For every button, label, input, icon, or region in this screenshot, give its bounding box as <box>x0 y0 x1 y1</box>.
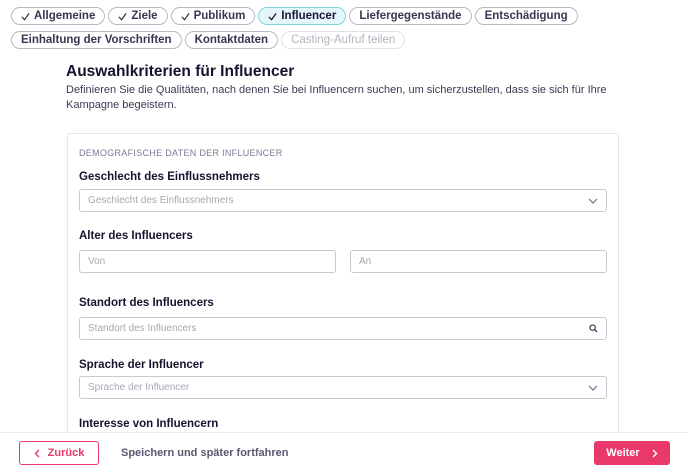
age-to-placeholder: An <box>359 256 372 267</box>
check-icon <box>181 12 190 21</box>
chevron-down-icon <box>588 385 598 391</box>
tab-label: Einhaltung der Vorschriften <box>21 34 172 46</box>
next-label: Weiter <box>606 447 640 459</box>
step-tabs-row-2: Einhaltung der Vorschriften Kontaktdaten… <box>11 31 406 49</box>
age-to-input[interactable]: An <box>350 250 607 273</box>
tab-label: Casting-Aufruf teilen <box>291 34 396 46</box>
card-caption: DEMOGRAFISCHE DATEN DER INFLUENCER <box>79 148 283 158</box>
gender-label: Geschlecht des Einflussnehmers <box>79 171 260 183</box>
back-label: Zurück <box>47 447 85 459</box>
section-title: Auswahlkriterien für Influencer <box>66 63 295 80</box>
tab-einhaltung-der-vorschriften[interactable]: Einhaltung der Vorschriften <box>11 31 182 49</box>
section-description: Definieren Sie die Qualitäten, nach dene… <box>66 84 607 111</box>
language-placeholder: Sprache der Influencer <box>88 382 190 393</box>
age-label: Alter des Influencers <box>79 230 193 242</box>
search-icon <box>589 324 598 333</box>
tab-casting-aufruf-teilen: Casting-Aufruf teilen <box>281 31 406 49</box>
interests-label: Interesse von Influencern <box>79 418 219 430</box>
location-label: Standort des Influencers <box>79 297 214 309</box>
tab-liefergegenstaende[interactable]: Liefergegenstände <box>349 7 472 25</box>
back-button[interactable]: Zurück <box>19 441 99 465</box>
gender-select[interactable]: Geschlecht des Einflussnehmers <box>79 189 607 212</box>
tab-ziele[interactable]: Ziele <box>108 7 168 25</box>
chevron-left-icon <box>34 449 40 457</box>
save-and-continue-later-link[interactable]: Speichern und später fortfahren <box>121 447 288 459</box>
location-search-input[interactable]: Standort des Influencers <box>79 317 607 340</box>
location-placeholder: Standort des Influencers <box>88 323 197 334</box>
chevron-right-icon <box>652 449 658 457</box>
step-tabs-row-1: Allgemeine Ziele Publikum Influencer Lie… <box>11 7 578 25</box>
tab-label: Liefergegenstände <box>359 10 462 22</box>
tab-allgemeine[interactable]: Allgemeine <box>11 7 106 25</box>
language-select[interactable]: Sprache der Influencer <box>79 376 607 399</box>
check-icon <box>268 12 277 21</box>
tab-label: Allgemeine <box>34 10 96 22</box>
tab-label: Influencer <box>281 10 337 22</box>
tab-kontaktdaten[interactable]: Kontaktdaten <box>184 31 279 49</box>
tab-label: Ziele <box>131 10 158 22</box>
tab-label: Publikum <box>193 10 246 22</box>
check-icon <box>118 12 127 21</box>
chevron-down-icon <box>588 198 598 204</box>
tab-publikum[interactable]: Publikum <box>170 7 256 25</box>
age-from-input[interactable]: Von <box>79 250 336 273</box>
check-icon <box>21 12 30 21</box>
tab-influencer[interactable]: Influencer <box>258 7 347 25</box>
wizard-footer: Zurück Speichern und später fortfahren W… <box>0 432 688 470</box>
next-button[interactable]: Weiter <box>594 441 670 465</box>
age-from-placeholder: Von <box>88 256 106 267</box>
gender-placeholder: Geschlecht des Einflussnehmers <box>88 195 234 206</box>
demographics-card: DEMOGRAFISCHE DATEN DER INFLUENCER Gesch… <box>67 133 619 443</box>
tab-label: Entschädigung <box>484 10 568 22</box>
tab-entschaedigung[interactable]: Entschädigung <box>474 7 578 25</box>
language-label: Sprache der Influencer <box>79 359 204 371</box>
tab-label: Kontaktdaten <box>194 34 269 46</box>
